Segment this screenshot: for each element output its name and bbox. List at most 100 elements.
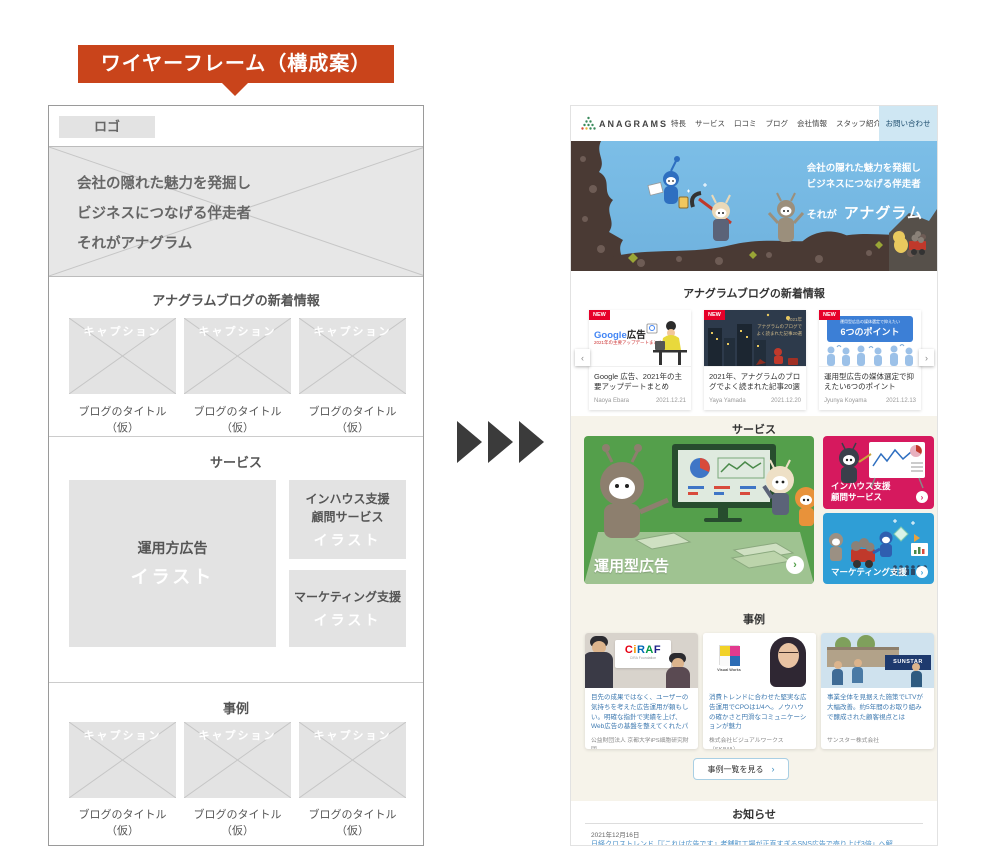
blog-card-date: 2021.12.13 xyxy=(886,398,916,404)
nav-item-company[interactable]: 会社情報 xyxy=(797,118,827,129)
person-suit xyxy=(666,667,690,688)
blog-card-meta: Naoya Ebara 2021.12.21 xyxy=(589,394,691,410)
case-card-text[interactable]: 消費トレンドに合わせた堅実な広告運用でCPOは1/4へ。ノウハウの確かさと円滑な… xyxy=(703,688,816,732)
wireframe-hero-placeholder: 会社の隠れた魅力を発掘し ビジネスにつなげる伴走者 それがアナグラム xyxy=(48,146,424,277)
case-card[interactable]: CiRAF CiRA Foundation 目先の成果ではなく、ユーザーの気持ち… xyxy=(585,633,698,749)
blog-card-thumbnail: NEW Google広告 2021年の主要アップデートまとめ xyxy=(589,310,691,367)
new-badge: NEW xyxy=(589,310,610,320)
nav-item-features[interactable]: 特長 xyxy=(671,118,686,129)
wireframe-divider xyxy=(49,436,423,437)
wireframe-case-thumb-placeholder: キャプション xyxy=(184,722,291,798)
service-card-ad-management[interactable]: 運用型広告 › xyxy=(584,436,814,584)
hero-tagline-prefix: それが xyxy=(807,206,837,221)
chevron-right-icon: › xyxy=(772,764,775,774)
nav-item-staff[interactable]: スタッフ紹介 xyxy=(836,118,881,129)
wireframe-label-pointer xyxy=(222,83,248,96)
blog-card-author: Jyunya Koyama xyxy=(824,398,867,404)
wireframe-panel: ロゴ 会社の隠れた魅力を発掘し ビジネスにつなげる伴走者 それがアナグラム アナ… xyxy=(48,105,424,846)
wireframe-case-thumb-placeholder: キャプション xyxy=(299,722,406,798)
person-body xyxy=(852,667,863,683)
nav-item-blog[interactable]: ブログ xyxy=(766,118,789,129)
service-card-inhouse-support[interactable]: インハウス支援 顧問サービス › xyxy=(823,436,934,509)
person-face xyxy=(854,659,862,667)
blog-card-title[interactable]: 2021年、アナグラムのブログでよく読まれた記事20選 xyxy=(704,367,806,394)
case-card[interactable]: SUNSTAR 事業全体を見据えた施策でLTVが大幅改善。約5年間のお取り組みで… xyxy=(821,633,934,749)
blog-card-title[interactable]: Google 広告、2021年の主要アップデートまとめ xyxy=(589,367,691,394)
blog-card-date: 2021.12.20 xyxy=(771,398,801,404)
wireframe-service-sub2-label: マーケティング支援 xyxy=(294,588,401,606)
site-header: ANAGRAMS 特長 サービス 口コミ ブログ 会社情報 スタッフ紹介 採用情… xyxy=(571,106,937,141)
view-all-cases-button[interactable]: 事例一覧を見る › xyxy=(693,758,789,780)
person-body xyxy=(832,669,843,685)
new-badge: NEW xyxy=(704,310,725,320)
wireframe-blog-item-title: ブログのタイトル（仮） xyxy=(69,403,176,435)
ciraf-logo: CiRAF xyxy=(615,644,671,656)
website-screenshot-panel: ANAGRAMS 特長 サービス 口コミ ブログ 会社情報 スタッフ紹介 採用情… xyxy=(570,105,938,846)
wireframe-illustration-label: イラスト xyxy=(131,563,215,589)
case-card[interactable]: Visual Works 消費トレンドに合わせた堅実な広告運用でCPOは1/4へ… xyxy=(703,633,816,749)
service-card-marketing-support[interactable]: マーケティング支援 › xyxy=(823,513,934,584)
cases-section-heading: 事例 xyxy=(571,611,937,627)
comparison-diagram: ワイヤーフレーム（構成案） ロゴ 会社の隠れた魅力を発掘し ビジネスにつなげる伴… xyxy=(0,0,1002,846)
blog-card-thumbnail: NEW 運用型広告の媒体選定で抑えたい 6つのポイント xyxy=(819,310,921,367)
person-body xyxy=(911,671,922,687)
blog-card-thumbnail: NEW 2021年 アナグラムのブログで よく読まれた記事20選 xyxy=(704,310,806,367)
nav-item-reviews[interactable]: 口コミ xyxy=(734,118,757,129)
wireframe-service-sub2-placeholder: マーケティング支援 イラスト xyxy=(289,570,406,647)
blog-card-title[interactable]: 運用型広告の媒体選定で抑えたい6つのポイント xyxy=(819,367,921,394)
wireframe-label: ワイヤーフレーム（構成案） xyxy=(78,45,394,83)
thumb-callout-box: 運用型広告の媒体選定で抑えたい 6つのポイント xyxy=(827,316,913,342)
ciraf-logo-subtext: CiRA Foundation xyxy=(615,656,671,660)
people-sketch-illustration xyxy=(823,344,917,366)
sunstar-sign: SUNSTAR xyxy=(885,655,931,670)
blog-card[interactable]: NEW 運用型広告の媒体選定で抑えたい 6つのポイント xyxy=(819,310,921,410)
wireframe-blog-item-title: ブログのタイトル（仮） xyxy=(184,403,291,435)
hero-tagline-brand: アナグラム xyxy=(844,202,923,223)
wireframe-caption-label: キャプション xyxy=(299,727,406,743)
wireframe-blog-thumb-placeholder: キャプション xyxy=(299,318,406,394)
person-face xyxy=(778,643,799,668)
visualworks-logo-text: Visual Works xyxy=(707,668,751,672)
wireframe-case-item-title: ブログのタイトル（仮） xyxy=(184,806,291,838)
site-brand[interactable]: ANAGRAMS xyxy=(599,119,668,129)
wireframe-case-thumb-placeholder: キャプション xyxy=(69,722,176,798)
arrow-right-icon xyxy=(488,421,513,463)
carousel-next-icon[interactable]: › xyxy=(919,349,934,366)
wireframe-hero-copy: 会社の隠れた魅力を発掘し ビジネスにつなげる伴走者 それがアナグラム xyxy=(77,169,251,259)
nav-item-services[interactable]: サービス xyxy=(695,118,725,129)
blog-card-author: Naoya Ebara xyxy=(594,398,629,404)
wireframe-service-sub1-placeholder: インハウス支援 顧問サービス イラスト xyxy=(289,480,406,559)
blog-section-heading: アナグラムブログの新着情報 xyxy=(571,285,937,301)
contact-button[interactable]: お問い合わせ xyxy=(879,106,937,141)
blog-card[interactable]: NEW Google広告 2021年の主要アップデートまとめ Google 広告… xyxy=(589,310,691,410)
hero-copy-lines: 会社の隠れた魅力を発掘し ビジネスにつなげる伴走者 xyxy=(807,161,923,193)
carousel-prev-icon[interactable]: ‹ xyxy=(575,349,590,366)
glasses xyxy=(779,652,798,653)
news-link[interactable]: 日経クロストレンド「『これは広告です』老舗町工場が正直すぎるSNS広告で売り上げ… xyxy=(591,839,921,846)
hero-copy: 会社の隠れた魅力を発掘し ビジネスにつなげる伴走者 それが アナグラム xyxy=(807,161,923,223)
wireframe-caption-label: キャプション xyxy=(184,323,291,339)
wireframe-caption-label: キャプション xyxy=(69,323,176,339)
blog-card-meta: Jyunya Koyama 2021.12.13 xyxy=(819,394,921,410)
wireframe-service-sub1-label: インハウス支援 顧問サービス xyxy=(305,490,389,526)
view-all-cases-label: 事例一覧を見る xyxy=(708,764,764,775)
chevron-right-icon: › xyxy=(916,566,928,578)
hero-banner: 会社の隠れた魅力を発掘し ビジネスにつなげる伴走者 それが アナグラム xyxy=(571,141,937,271)
wireframe-illustration-label: イラスト xyxy=(314,610,382,630)
wireframe-service-main-label: 運用方広告 xyxy=(138,538,208,559)
wireframe-divider xyxy=(49,682,423,683)
case-card-photo: CiRAF CiRA Foundation xyxy=(585,633,698,688)
chevron-right-icon: › xyxy=(786,556,804,574)
new-badge: NEW xyxy=(819,310,840,320)
case-card-text[interactable]: 事業全体を見据えた施策でLTVが大幅改善。約5年間のお取り組みで醸成された顧客視… xyxy=(821,688,934,732)
thumb-text-lines: 2021年 アナグラムのブログで よく読まれた記事20選 xyxy=(756,316,802,337)
case-card-company: 株式会社ビジュアルワークス（SKIMA） xyxy=(703,732,816,749)
desk-worker-illustration xyxy=(645,314,691,367)
wireframe-illustration-label: イラスト xyxy=(314,530,382,550)
case-card-company: サンスター株式会社 xyxy=(821,732,934,747)
anagrams-logo-icon[interactable] xyxy=(581,116,596,130)
blog-card[interactable]: NEW 2021年 アナグラムのブログで よく読まれた記事20選 2021年、ア… xyxy=(704,310,806,410)
case-card-text[interactable]: 目先の成果ではなく、ユーザーの気持ちを考えた広告運用が頼もしい。明確な指針で実績… xyxy=(585,688,698,732)
news-divider xyxy=(585,823,923,824)
wireframe-services-heading: サービス xyxy=(49,452,423,471)
